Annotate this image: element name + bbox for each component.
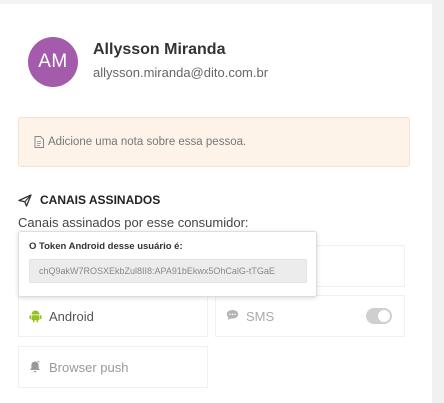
document-icon [34,136,44,148]
channel-sms-label: SMS [246,308,275,324]
toggle-knob [378,310,390,322]
section-title-text: CANAIS ASSINADOS [40,193,161,207]
right-panel-edge [432,0,444,403]
send-icon [18,193,32,207]
bell-icon [29,360,43,374]
chat-icon [226,309,240,323]
section-subtitle: Canais assinados por esse consumidor: [18,215,249,230]
channel-browser-push[interactable]: Browser push [18,346,208,388]
channel-sms[interactable]: SMS [215,295,405,337]
token-popover: O Token Android desse usuário é: chQ9akW… [18,231,317,297]
channel-android[interactable]: Android [18,295,208,337]
section-title: CANAIS ASSINADOS [18,193,160,207]
top-bar [0,0,444,4]
avatar: AM [28,37,78,87]
profile-email: allysson.miranda@dito.com.br [93,65,269,80]
popover-label: O Token Android desse usuário é: [29,241,183,252]
channel-android-label: Android [49,308,94,324]
channel-browser-push-label: Browser push [49,359,129,375]
token-input[interactable]: chQ9akW7ROSXEkbZul8II8:APA91bEkwx5OhCalG… [29,259,307,283]
android-icon [29,309,43,323]
profile-name: Allysson Miranda [93,41,226,58]
note-placeholder: Adicione uma nota sobre essa pessoa. [48,136,247,148]
note-field[interactable]: Adicione uma nota sobre essa pessoa. [18,117,410,167]
sms-toggle[interactable] [366,308,392,324]
